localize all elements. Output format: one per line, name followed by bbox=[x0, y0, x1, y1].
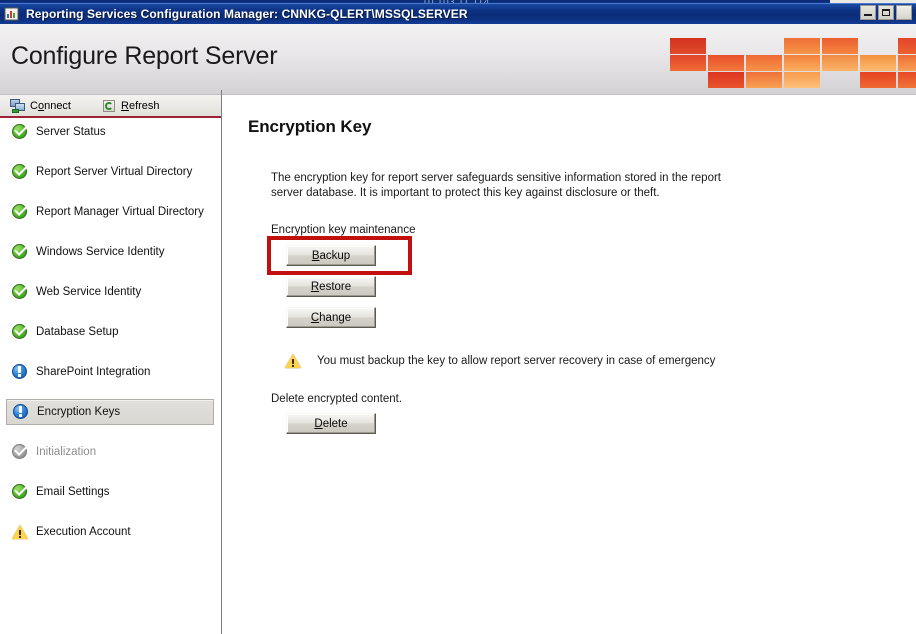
delete-section-label: Delete encrypted content. bbox=[271, 393, 403, 405]
green-check-icon bbox=[12, 203, 28, 220]
refresh-icon bbox=[101, 98, 117, 114]
maximize-button[interactable] bbox=[878, 5, 894, 20]
window-controls bbox=[860, 5, 912, 20]
sidebar-item-label: Database Setup bbox=[36, 326, 119, 338]
sidebar-nav: Server Status Report Server Virtual Dire… bbox=[0, 119, 220, 634]
sidebar-item-database-setup[interactable]: Database Setup bbox=[6, 319, 214, 345]
green-check-icon bbox=[12, 243, 28, 260]
sidebar-item-label: Execution Account bbox=[36, 526, 131, 538]
blue-info-icon bbox=[13, 404, 29, 420]
backup-warning-row: You must backup the key to allow report … bbox=[285, 353, 715, 369]
sidebar-item-encryption-keys[interactable]: Encryption Keys bbox=[6, 399, 214, 425]
content-title: Encryption Key bbox=[248, 117, 372, 136]
window-title: Reporting Services Configuration Manager… bbox=[26, 6, 468, 21]
sidebar-item-label: Server Status bbox=[36, 126, 106, 138]
sidebar-item-label: Report Manager Virtual Directory bbox=[36, 206, 204, 218]
sidebar-item-initialization[interactable]: Initialization bbox=[6, 439, 214, 465]
green-check-icon bbox=[12, 483, 28, 500]
sidebar-item-sharepoint-integration[interactable]: SharePoint Integration bbox=[6, 359, 214, 385]
close-button[interactable] bbox=[896, 5, 912, 20]
connect-icon bbox=[10, 98, 26, 114]
title-bar: Reporting Services Configuration Manager… bbox=[0, 3, 916, 24]
green-check-icon bbox=[12, 323, 28, 340]
sidebar-item-label: Email Settings bbox=[36, 486, 110, 498]
sidebar-item-label: Windows Service Identity bbox=[36, 246, 165, 258]
delete-button[interactable]: Delete bbox=[286, 413, 376, 434]
sidebar-item-label: Web Service Identity bbox=[36, 286, 142, 298]
sidebar-item-web-service-identity[interactable]: Web Service Identity bbox=[6, 279, 214, 305]
restore-button-label: Restore bbox=[310, 280, 352, 293]
brand-mosaic-graphic bbox=[668, 32, 916, 94]
green-check-icon bbox=[12, 123, 28, 140]
sidebar-item-label: Initialization bbox=[36, 446, 97, 458]
toolbar: Connect Refresh bbox=[0, 95, 221, 118]
blue-info-icon bbox=[12, 364, 28, 380]
backup-button[interactable]: Backup bbox=[286, 245, 376, 266]
change-button[interactable]: Change bbox=[286, 307, 376, 328]
connect-button-label: Connect bbox=[30, 99, 71, 112]
sidebar-item-windows-service-identity[interactable]: Windows Service Identity bbox=[6, 239, 214, 265]
header-banner: Configure Report Server bbox=[0, 24, 916, 95]
maintenance-section-label: Encryption key maintenance bbox=[271, 224, 416, 236]
backup-button-label: Backup bbox=[311, 249, 351, 262]
warning-triangle-icon bbox=[285, 353, 301, 369]
sidebar-item-report-manager-virtual-directory[interactable]: Report Manager Virtual Directory bbox=[6, 199, 214, 225]
refresh-button[interactable]: Refresh bbox=[97, 96, 164, 115]
page-heading: Configure Report Server bbox=[11, 42, 278, 70]
sidebar-item-label: SharePoint Integration bbox=[36, 366, 151, 378]
green-check-icon bbox=[12, 163, 28, 180]
app-window: 10.103.11.114 Reporting Services Configu… bbox=[0, 0, 916, 634]
backup-warning-text: You must backup the key to allow report … bbox=[317, 355, 716, 367]
content-pane: Encryption Key The encryption key for re… bbox=[222, 95, 916, 634]
sidebar-item-email-settings[interactable]: Email Settings bbox=[6, 479, 214, 505]
delete-button-label: Delete bbox=[314, 417, 348, 430]
connect-button[interactable]: Connect bbox=[6, 96, 75, 115]
refresh-button-label: Refresh bbox=[121, 99, 160, 112]
green-check-icon bbox=[12, 283, 28, 300]
sidebar-item-label: Encryption Keys bbox=[37, 406, 121, 418]
reporting-services-icon bbox=[4, 6, 20, 22]
sidebar-item-report-server-virtual-directory[interactable]: Report Server Virtual Directory bbox=[6, 159, 214, 185]
sidebar-item-label: Report Server Virtual Directory bbox=[36, 166, 193, 178]
sidebar-item-execution-account[interactable]: Execution Account bbox=[6, 519, 214, 545]
gray-check-icon bbox=[12, 443, 28, 460]
minimize-button[interactable] bbox=[860, 5, 876, 20]
sidebar-item-server-status[interactable]: Server Status bbox=[6, 119, 214, 145]
content-description: The encryption key for report server saf… bbox=[271, 172, 721, 199]
restore-button[interactable]: Restore bbox=[286, 276, 376, 297]
warning-triangle-icon bbox=[12, 524, 28, 540]
change-button-label: Change bbox=[310, 311, 352, 324]
